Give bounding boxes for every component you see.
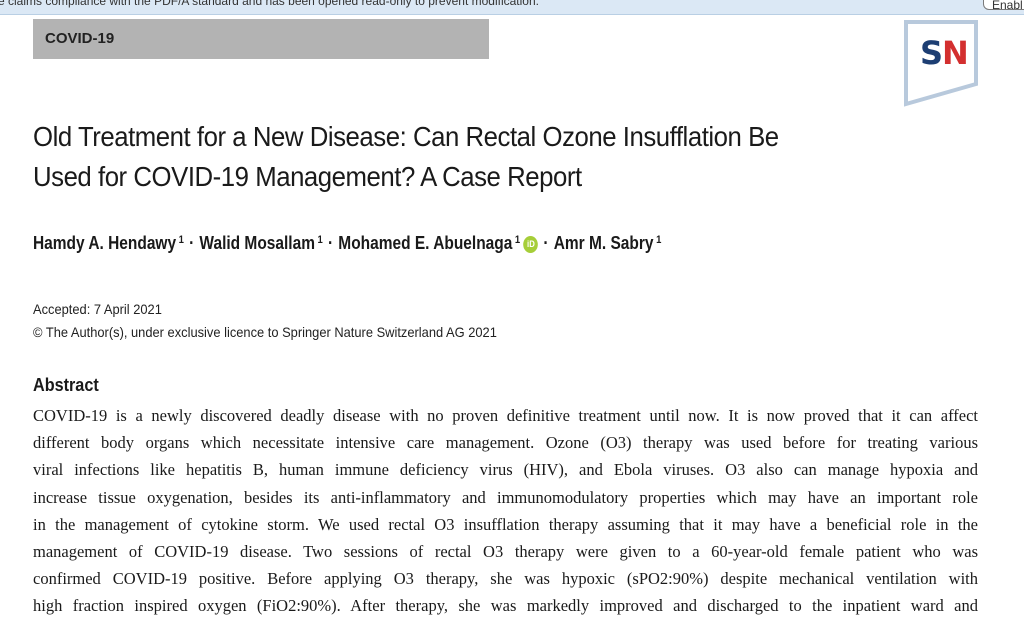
enable-editing-button[interactable]: Enabl bbox=[983, 0, 1024, 12]
author-name[interactable]: Amr M. Sabry bbox=[554, 233, 654, 253]
author-affiliation: 1 bbox=[317, 234, 323, 246]
orcid-icon[interactable]: iD bbox=[523, 235, 539, 253]
author-affiliation: 1 bbox=[178, 234, 184, 246]
abstract-line: different body organs which necessitate … bbox=[33, 433, 978, 453]
accepted-date: Accepted: 7 April 2021 bbox=[33, 301, 162, 317]
title-line-1: Old Treatment for a New Disease: Can Rec… bbox=[33, 121, 779, 152]
category-header: COVID-19 bbox=[33, 19, 489, 59]
abstract-line: confirmed COVID-19 positive. Before appl… bbox=[33, 569, 978, 589]
author-affiliation: 1 bbox=[514, 234, 521, 246]
author-name[interactable]: Mohamed E. Abuelnaga bbox=[338, 233, 512, 253]
author-separator: · bbox=[189, 233, 195, 253]
copyright-notice: © The Author(s), under exclusive licence… bbox=[33, 324, 497, 340]
abstract-line: management of COVID-19 disease. Two sess… bbox=[33, 542, 978, 562]
category-label: COVID-19 bbox=[45, 30, 115, 47]
article-title: Old Treatment for a New Disease: Can Rec… bbox=[33, 117, 824, 197]
abstract-text: COVID-19 is a newly discovered deadly di… bbox=[33, 402, 978, 620]
abstract-line: increase tissue oxygenation, besides its… bbox=[33, 487, 978, 507]
author-separator: · bbox=[327, 233, 334, 253]
abstract-line: high fraction inspired oxygen (FiO2:90%)… bbox=[33, 596, 978, 616]
title-line-2: Used for COVID-19 Management? A Case Rep… bbox=[33, 161, 582, 192]
abstract-line: in the management of cytokine storm. We … bbox=[33, 514, 978, 534]
abstract-heading: Abstract bbox=[33, 375, 99, 395]
abstract-line: viral infections like hepatitis B, human… bbox=[33, 460, 978, 480]
author-separator: · bbox=[543, 233, 549, 253]
sn-logo-text: SN bbox=[920, 34, 969, 72]
author-name[interactable]: Hamdy A. Hendawy bbox=[33, 233, 176, 253]
author-affiliation: 1 bbox=[656, 234, 662, 246]
author-list: Hamdy A. Hendawy 1 · Walid Mosallam 1 · Mohame… bbox=[33, 233, 661, 254]
notification-message: e claims compliance with the PDF/A stand… bbox=[0, 0, 539, 8]
read-only-notification-bar: e claims compliance with the PDF/A stand… bbox=[0, 0, 1024, 15]
author-name[interactable]: Walid Mosallam bbox=[199, 233, 315, 253]
abstract-line: COVID-19 is a newly discovered deadly di… bbox=[33, 406, 978, 425]
